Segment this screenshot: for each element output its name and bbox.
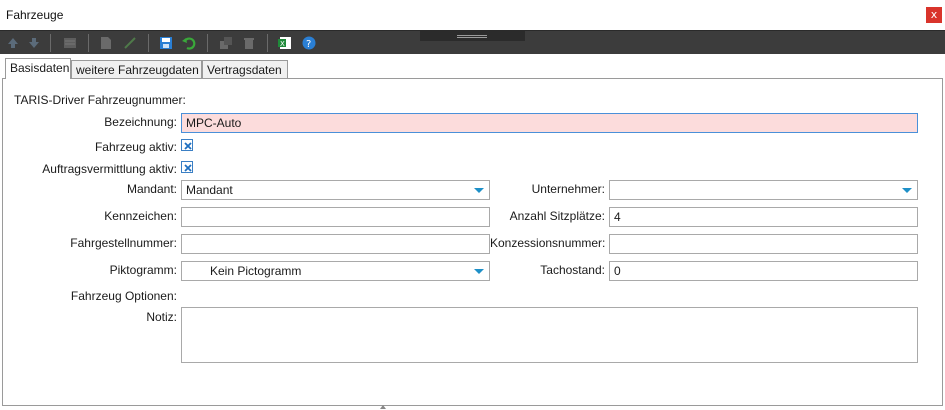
bezeichnung-field[interactable]: MPC-Auto: [181, 113, 918, 133]
checkmark-icon: [184, 164, 192, 172]
list-icon[interactable]: [62, 35, 78, 51]
close-button[interactable]: x: [926, 7, 942, 23]
title-bar: Fahrzeuge x: [0, 0, 945, 30]
notiz-label: Notiz:: [146, 310, 177, 324]
toolbar-separator: [88, 34, 89, 52]
sitzplaetze-label: Anzahl Sitzplätze:: [509, 209, 605, 223]
mandant-value: Mandant: [186, 183, 233, 197]
chevron-down-icon: [474, 188, 484, 193]
toolbar-separator: [148, 34, 149, 52]
chevron-down-icon: [902, 188, 912, 193]
auftragsvermittlung-label: Auftragsvermittlung aktiv:: [42, 162, 177, 176]
unternehmer-label: Unternehmer:: [531, 182, 605, 196]
fahrgestellnummer-label: Fahrgestellnummer:: [70, 236, 177, 250]
toolbar-separator: [267, 34, 268, 52]
tab-weitere-fahrzeugdaten[interactable]: weitere Fahrzeugdaten: [71, 60, 202, 78]
tab-basisdaten[interactable]: Basisdaten: [5, 58, 71, 79]
arrow-down-icon[interactable]: [26, 35, 42, 51]
fahrzeug-aktiv-label: Fahrzeug aktiv:: [94, 140, 177, 154]
unternehmer-select[interactable]: [609, 180, 918, 200]
help-icon[interactable]: ?: [301, 35, 317, 51]
svg-text:?: ?: [306, 39, 311, 50]
chevron-down-icon: [474, 269, 484, 274]
svg-text:X: X: [280, 40, 285, 48]
export-excel-icon[interactable]: X: [277, 35, 293, 51]
kennzeichen-label: Kennzeichen:: [104, 209, 177, 223]
kennzeichen-field[interactable]: [181, 207, 490, 227]
toolbar-grip[interactable]: [420, 31, 525, 41]
grip-line-icon: [457, 35, 487, 36]
save-icon[interactable]: [158, 35, 174, 51]
window-title: Fahrzeuge: [6, 8, 64, 22]
bezeichnung-label: Bezeichnung:: [104, 115, 177, 129]
toolbar-separator: [207, 34, 208, 52]
edit-icon[interactable]: [122, 35, 138, 51]
toolbar-separator: [50, 34, 51, 52]
copy-icon[interactable]: [218, 35, 234, 51]
grip-line-icon: [457, 37, 487, 38]
toolbar: X ?: [0, 30, 945, 55]
fahrzeug-optionen-label: Fahrzeug Optionen:: [70, 289, 177, 303]
tab-vertragsdaten[interactable]: Vertragsdaten: [202, 60, 288, 78]
mandant-select[interactable]: Mandant: [181, 180, 490, 200]
tachostand-label: Tachostand:: [540, 263, 605, 277]
konzessionsnummer-field[interactable]: [609, 234, 918, 254]
konzessionsnummer-label: Konzessionsnummer:: [490, 236, 606, 250]
delete-icon[interactable]: [241, 35, 257, 51]
new-document-icon[interactable]: [98, 35, 114, 51]
auftragsvermittlung-checkbox[interactable]: [181, 161, 193, 173]
piktogramm-select[interactable]: Kein Pictogramm: [181, 261, 490, 281]
sitzplaetze-field[interactable]: 4: [609, 207, 918, 227]
notiz-textarea[interactable]: [181, 307, 918, 363]
tachostand-field[interactable]: 0: [609, 261, 918, 281]
mandant-label: Mandant:: [126, 182, 177, 196]
fahrgestellnummer-field[interactable]: [181, 234, 490, 254]
piktogramm-value: Kein Pictogramm: [210, 264, 302, 278]
fahrzeug-aktiv-checkbox[interactable]: [181, 139, 193, 151]
arrow-up-icon[interactable]: [5, 35, 21, 51]
taris-label: TARIS-Driver Fahrzeugnummer:: [14, 93, 186, 107]
piktogramm-label: Piktogramm:: [109, 263, 177, 277]
checkmark-icon: [184, 142, 192, 150]
scroll-up-icon[interactable]: [380, 405, 386, 409]
undo-icon[interactable]: [181, 35, 197, 51]
